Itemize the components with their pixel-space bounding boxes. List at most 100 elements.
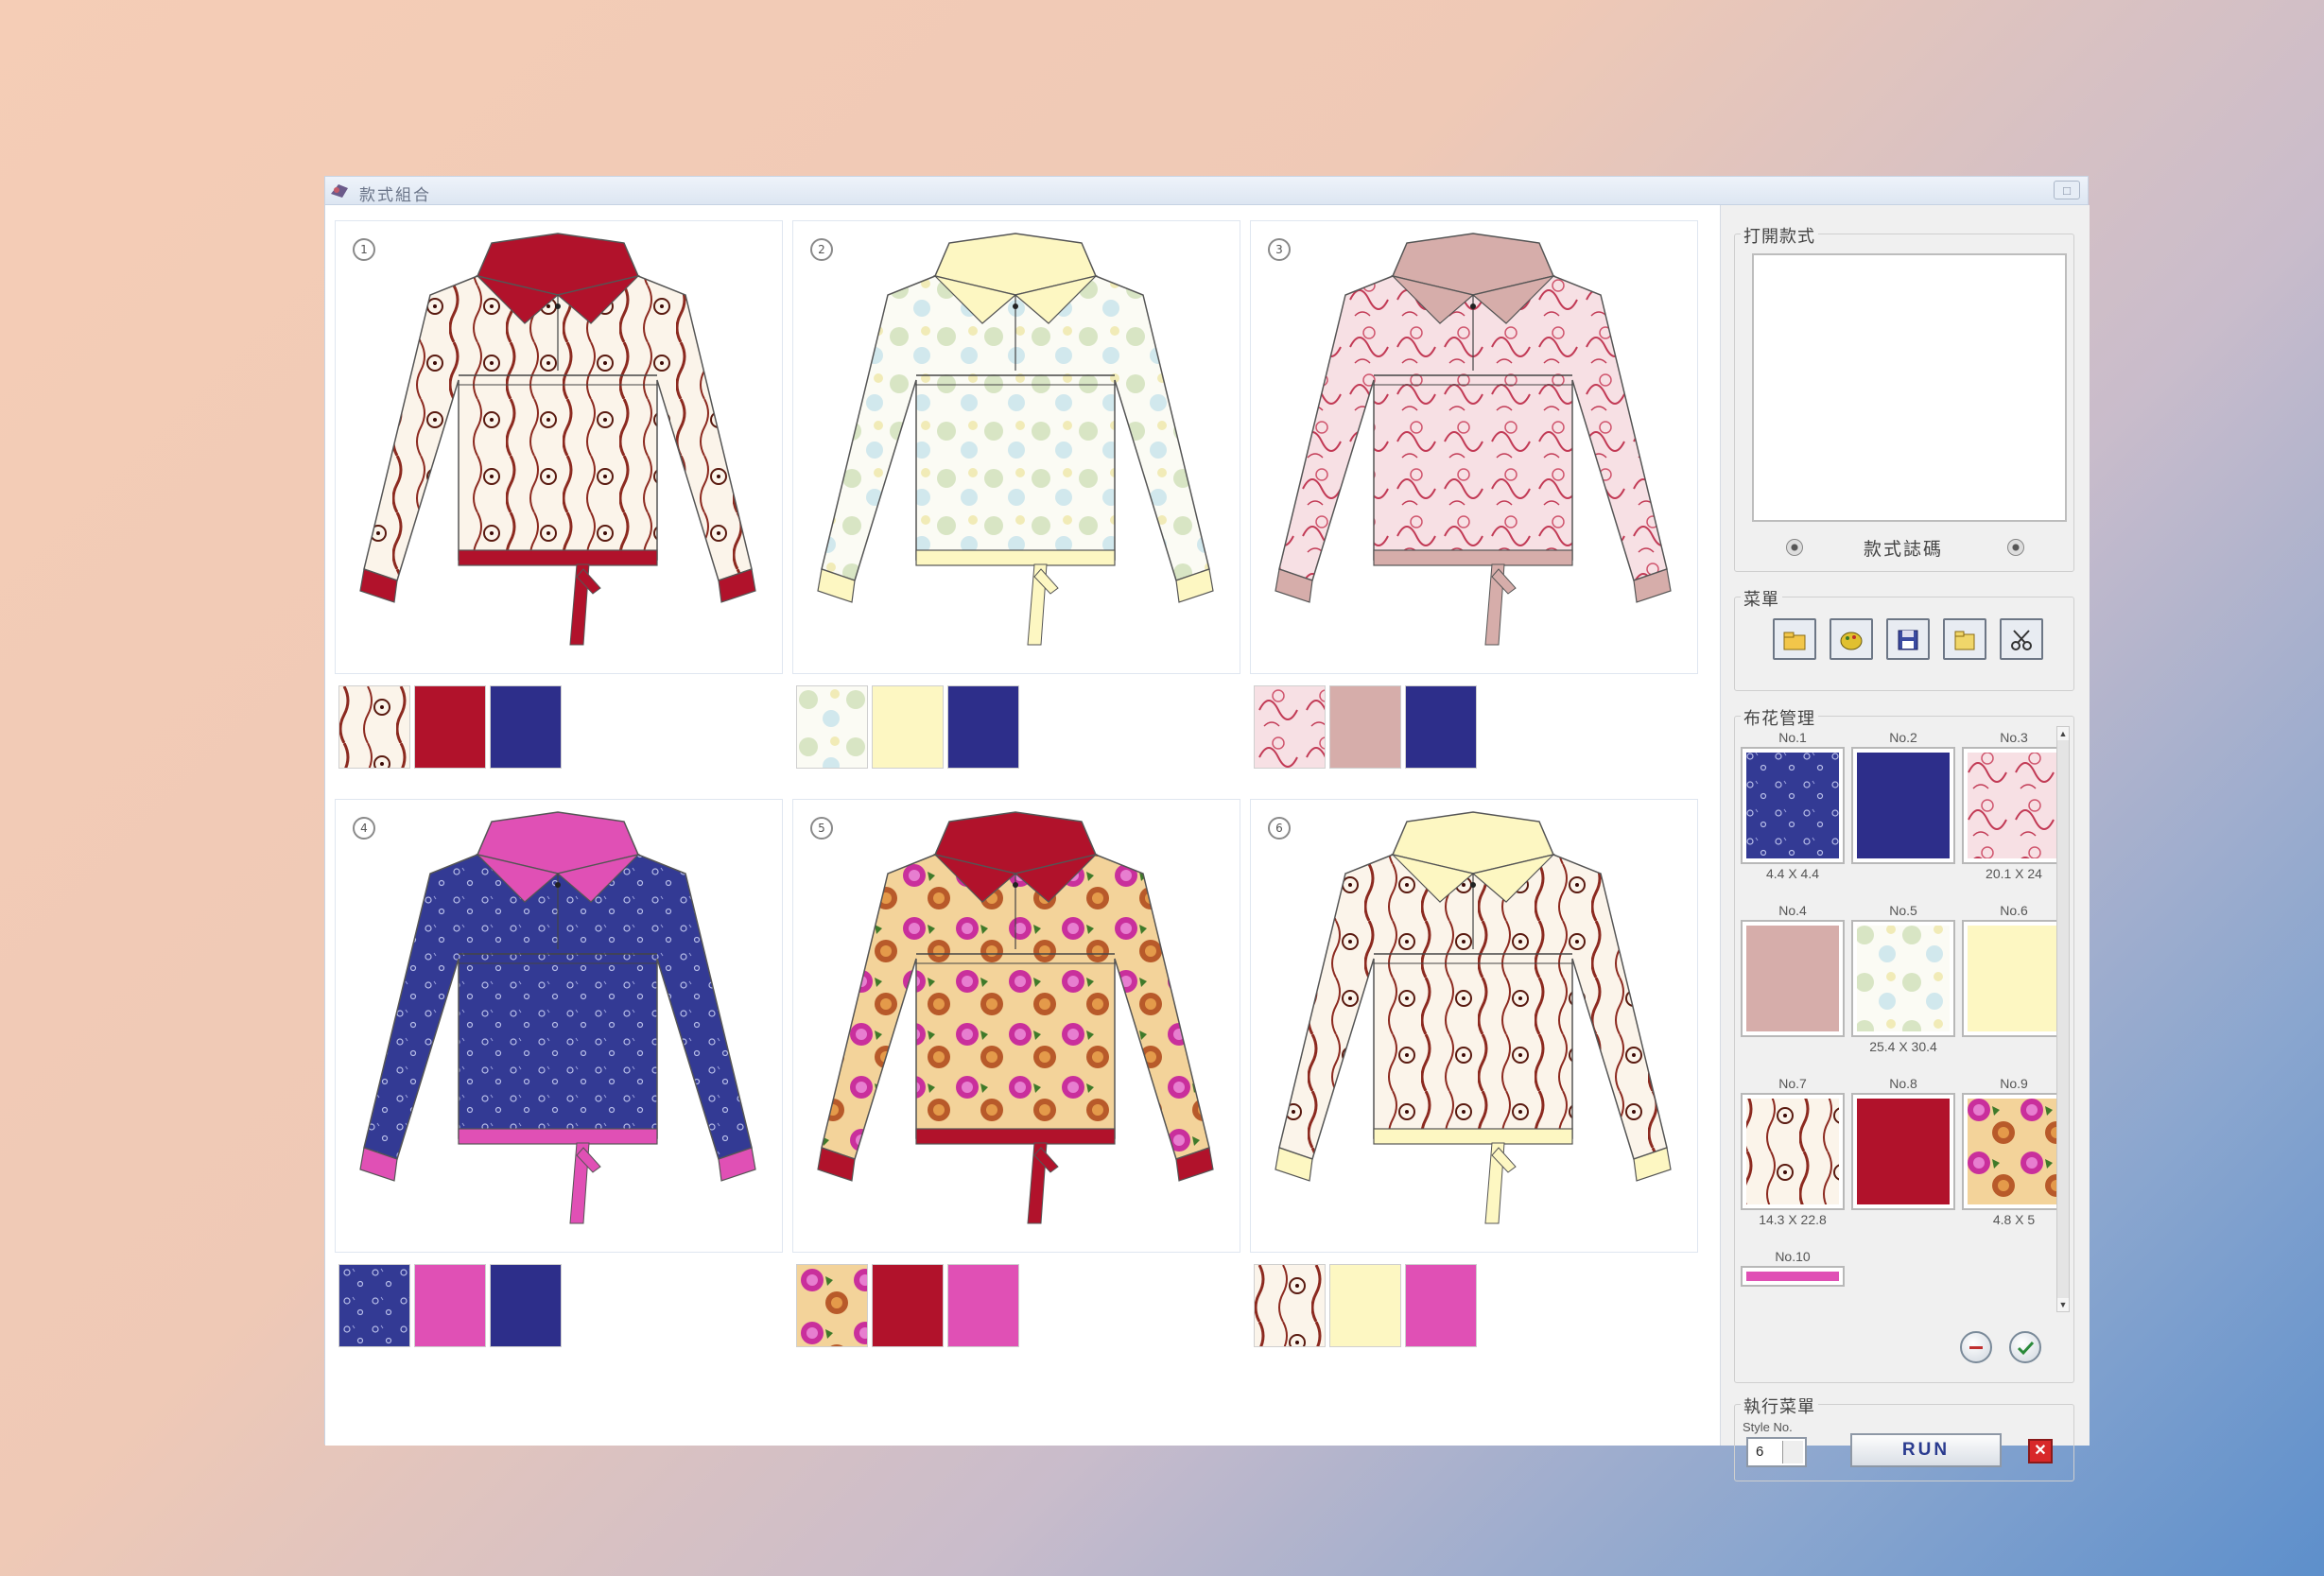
fabric-number: No.7 (1778, 1076, 1807, 1091)
style-card-5[interactable]: 5 (792, 799, 1240, 1253)
fabric-number: No.4 (1778, 903, 1807, 918)
fabric-thumbnail[interactable] (1741, 1266, 1845, 1287)
fabric-swatch[interactable] (947, 1264, 1019, 1347)
fabric-swatch[interactable] (796, 685, 868, 769)
fabric-swatch[interactable] (1254, 685, 1326, 769)
fabric-management-label: 布花管理 (1741, 705, 1818, 730)
shirt-illustration (817, 233, 1214, 646)
fabric-number: No.10 (1775, 1249, 1811, 1264)
fabric-swatch[interactable] (338, 685, 410, 769)
fabric-swatch[interactable] (1405, 1264, 1477, 1347)
fabric-thumbnail[interactable] (1962, 920, 2066, 1037)
style-card-2[interactable]: 2 (792, 220, 1240, 674)
style-code-label: 款式誌碼 (1864, 540, 1944, 560)
close-button[interactable]: □ (2054, 181, 2080, 199)
open-folder-button[interactable] (1773, 618, 1816, 660)
scroll-up-icon[interactable]: ▲ (2057, 727, 2069, 740)
style-preview (1752, 253, 2067, 522)
fabric-number: No.9 (2000, 1076, 2028, 1091)
style-no-value: 6 (1756, 1444, 1764, 1460)
swatch-strip (796, 685, 1023, 769)
fabric-size: 20.1 X 24 (1986, 866, 2042, 881)
scissors-icon (2011, 630, 2032, 650)
folder-button[interactable] (1943, 618, 1986, 660)
run-button[interactable]: RUN (1850, 1433, 2002, 1467)
fabric-thumbnail[interactable] (1851, 747, 1955, 864)
fabric-swatch[interactable] (872, 685, 944, 769)
fabric-thumbnail[interactable] (1741, 747, 1845, 864)
fabric-item[interactable]: No.4 (1741, 903, 1845, 1064)
fabric-swatch[interactable] (490, 1264, 562, 1347)
fabric-item[interactable]: No.3 20.1 X 24 (1962, 730, 2066, 891)
check-icon (2017, 1341, 2035, 1356)
fabric-thumbnail[interactable] (1741, 1093, 1845, 1210)
fabric-item[interactable]: No.10 (1741, 1249, 1845, 1306)
fabric-number: No.1 (1778, 730, 1807, 745)
save-button[interactable] (1886, 618, 1930, 660)
fabric-number: No.3 (2000, 730, 2028, 745)
minus-icon (1969, 1346, 1983, 1349)
stop-button[interactable]: ✕ (2028, 1439, 2053, 1463)
fabric-thumbnail[interactable] (1962, 1093, 2066, 1210)
palette-button[interactable] (1830, 618, 1873, 660)
fabric-number: No.5 (1889, 903, 1917, 918)
fabric-item[interactable]: No.8 (1851, 1076, 1955, 1237)
window-title: 款式組合 (359, 186, 431, 204)
fabric-number: No.8 (1889, 1076, 1917, 1091)
fabric-swatch[interactable] (796, 1264, 868, 1347)
fabric-item[interactable]: No.7 14.3 X 22.8 (1741, 1076, 1845, 1237)
shirt-illustration (359, 233, 756, 646)
style-card-4[interactable]: 4 (335, 799, 783, 1253)
fabric-thumbnail[interactable] (1851, 1093, 1955, 1210)
fabric-item[interactable]: No.5 25.4 X 30.4 (1851, 903, 1955, 1064)
fabric-size: 25.4 X 30.4 (1869, 1039, 1937, 1054)
swatch-strip (338, 685, 565, 769)
fabric-item[interactable]: No.2 (1851, 730, 1955, 891)
fabric-swatch[interactable] (1329, 685, 1401, 769)
fabric-swatch[interactable] (872, 1264, 944, 1347)
fabric-swatch[interactable] (1405, 685, 1477, 769)
fabric-item[interactable]: No.9 4.8 X 5 (1962, 1076, 2066, 1237)
scroll-down-icon[interactable]: ▼ (2057, 1298, 2069, 1311)
fabric-swatch[interactable] (1254, 1264, 1326, 1347)
shirt-illustration (817, 811, 1214, 1224)
fabric-thumbnail[interactable] (1962, 747, 2066, 864)
confirm-fabric-button[interactable] (2009, 1331, 2041, 1363)
shirt-illustration (359, 811, 756, 1224)
fabric-number: No.6 (2000, 903, 2028, 918)
execute-menu-label: 執行菜單 (1741, 1394, 1818, 1418)
style-no-input[interactable]: 6 (1746, 1437, 1807, 1467)
fabric-swatch[interactable] (414, 685, 486, 769)
style-no-spinner[interactable] (1782, 1441, 1803, 1463)
style-grid: 123 456 (325, 205, 1720, 1446)
swatch-strip (1254, 685, 1481, 769)
scissors-button[interactable] (2000, 618, 2043, 660)
fabric-thumbnail[interactable] (1741, 920, 1845, 1037)
style-card-3[interactable]: 3 (1250, 220, 1698, 674)
fabric-swatch[interactable] (414, 1264, 486, 1347)
fabric-item[interactable]: No.6 (1962, 903, 2066, 1064)
style-card-1[interactable]: 1 (335, 220, 783, 674)
fabric-swatch[interactable] (490, 685, 562, 769)
save-disk-icon (1898, 630, 1918, 650)
prev-style-radio[interactable] (1786, 539, 1803, 556)
next-style-radio[interactable] (2007, 539, 2024, 556)
fabric-size: 14.3 X 22.8 (1759, 1212, 1827, 1227)
title-bar[interactable]: 款式組合 □ (325, 177, 2088, 205)
fabric-swatch[interactable] (947, 685, 1019, 769)
fabric-list: No.1 4.4 X 4.4 No.2 No.3 20.1 X 24 No.4 No.5 25… (1741, 730, 2066, 1297)
open-folder-icon (1783, 632, 1806, 650)
fabric-swatch[interactable] (338, 1264, 410, 1347)
fabric-swatch[interactable] (1329, 1264, 1401, 1347)
fabric-item[interactable]: No.1 4.4 X 4.4 (1741, 730, 1845, 891)
open-style-label: 打開款式 (1741, 223, 1818, 248)
fabric-size: 4.8 X 5 (1992, 1212, 2036, 1227)
remove-fabric-button[interactable] (1960, 1331, 1992, 1363)
fabric-scrollbar[interactable]: ▲ ▼ (2056, 726, 2070, 1312)
menu-group: 菜單 (1734, 586, 2074, 691)
style-card-6[interactable]: 6 (1250, 799, 1698, 1253)
shirt-illustration (1275, 811, 1672, 1224)
fabric-thumbnail[interactable] (1851, 920, 1955, 1037)
fabric-number: No.2 (1889, 730, 1917, 745)
style-combination-window: 款式組合 □ 123456 打開款式 款式誌碼 菜單 布花管理 No.1 4.4… (324, 176, 2090, 1481)
